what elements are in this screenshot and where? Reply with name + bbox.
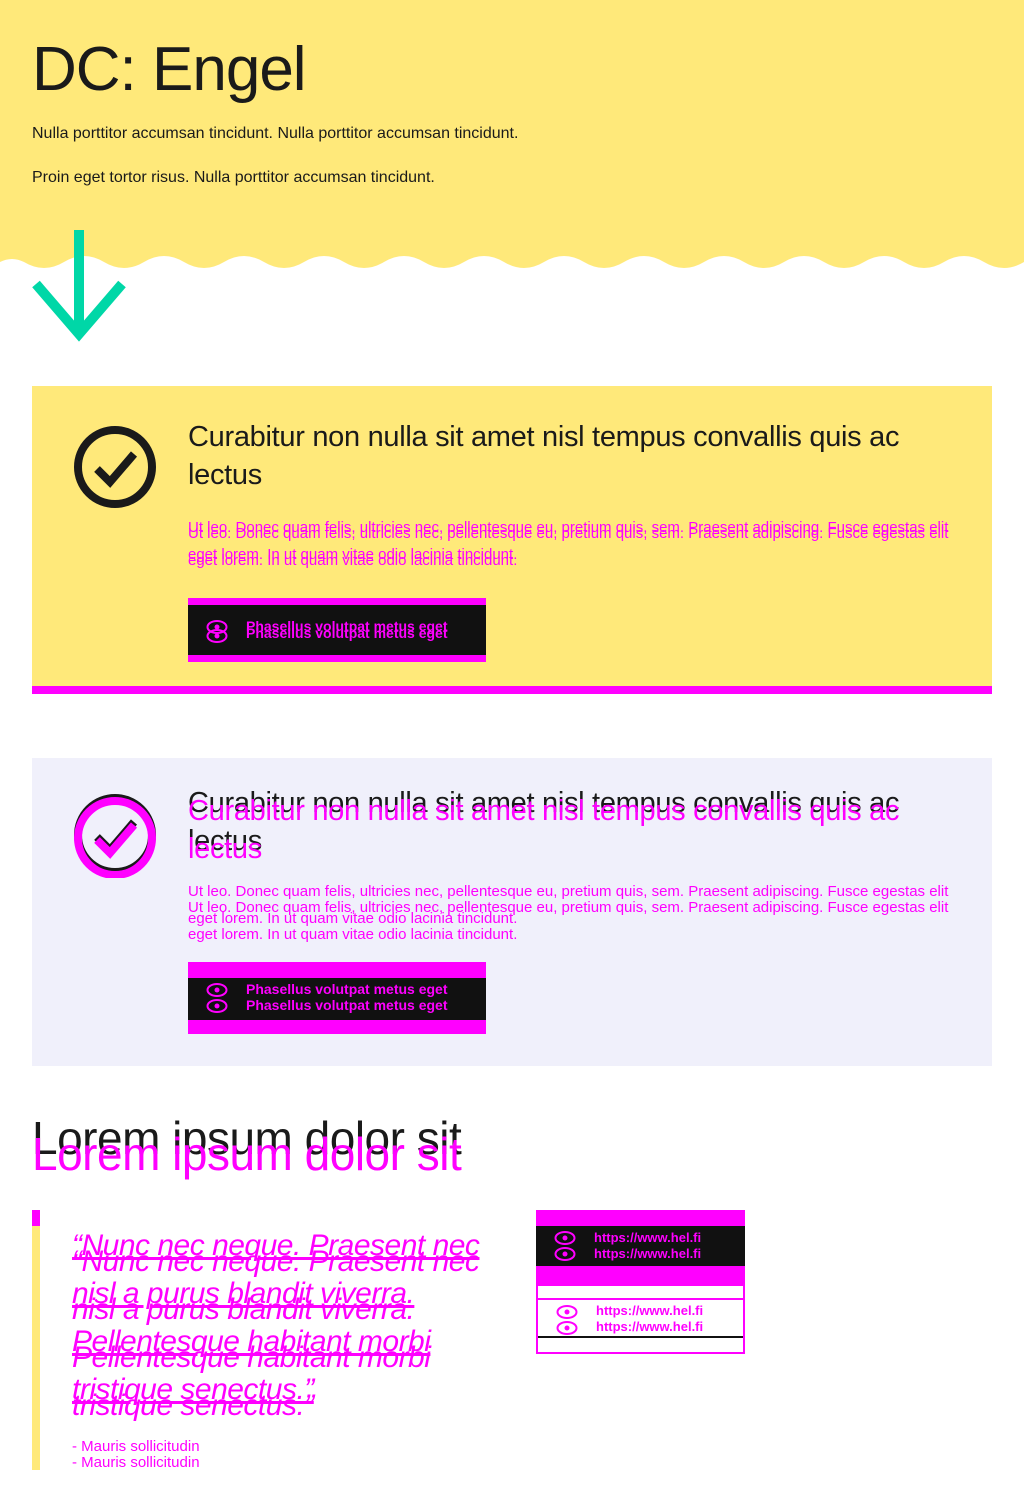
link-separator — [536, 1266, 745, 1284]
notification-text-content: Ut leo. Donec quam felis, ultricies nec,… — [188, 883, 949, 927]
notification-card-1: Curabitur non nulla sit amet nisl tempus… — [32, 386, 992, 686]
eye-icon — [206, 629, 228, 643]
eye-icon — [556, 1321, 578, 1335]
quote-author-echo: - Mauris sollicitudin — [72, 1454, 200, 1471]
eye-icon — [206, 983, 228, 997]
quote-author-text: - Mauris sollicitudin — [72, 1438, 200, 1455]
notification-text-content: Ut leo. Donec quam felis, ultricies nec,… — [188, 519, 949, 563]
notification-title: Curabitur non nulla sit amet nisl tempus… — [188, 784, 968, 865]
link-divider — [538, 1336, 743, 1338]
hero: DC: Engel Nulla porttitor accumsan tinci… — [0, 0, 1024, 275]
notification-title: Curabitur non nulla sit amet nisl tempus… — [188, 421, 900, 491]
link-divider — [538, 1298, 743, 1300]
link-label-echo: https://www.hel.fi — [596, 1319, 704, 1334]
quote-bar-accent — [32, 1210, 40, 1226]
quote-text: “Nunc nec neque. Praesent nec nisl a pur… — [72, 1229, 480, 1406]
eye-icon — [554, 1231, 576, 1245]
eye-icon — [556, 1305, 578, 1319]
eye-icon — [554, 1247, 576, 1261]
notification-text: Ut leo. Donec quam felis, ultricies nec,… — [188, 514, 968, 569]
link-light[interactable]: https://www.hel.fi https://www.hel.fi — [536, 1284, 745, 1354]
section-title-content: Lorem ipsum dolor sit — [32, 1112, 462, 1164]
link-label: https://www.hel.fi — [594, 1230, 702, 1245]
quote-author: - Mauris sollicitudin - Mauris sollicitu… — [72, 1438, 200, 1471]
button-label-echo: Phasellus volutpat metus eget — [246, 997, 448, 1013]
check-circle-icon — [74, 426, 156, 508]
link-dark[interactable]: https://www.hel.fi https://www.hel.fi — [536, 1210, 745, 1266]
notification-accent-bar — [32, 686, 992, 694]
quote-bar — [32, 1210, 40, 1470]
check-circle-icon — [74, 794, 156, 878]
hero-paragraph-1: Nulla porttitor accumsan tincidunt. Null… — [32, 125, 519, 142]
phasellus-button[interactable]: Phasellus volutpat metus eget Phasellus … — [188, 598, 486, 662]
hero-paragraph-2: Proin eget tortor risus. Nulla porttitor… — [32, 169, 435, 186]
button-label: Phasellus volutpat metus eget — [246, 981, 448, 997]
notification-text: Ut leo. Donec quam felis, ultricies nec,… — [188, 878, 968, 943]
section-title: Lorem ipsum dolor sit Lorem ipsum dolor … — [32, 1110, 462, 1180]
arrow-down-icon — [32, 230, 126, 342]
link-label: https://www.hel.fi — [596, 1303, 704, 1318]
notification-title-content: Curabitur non nulla sit amet nisl tempus… — [188, 787, 900, 857]
phasellus-button[interactable]: Phasellus volutpat metus eget Phasellus … — [188, 962, 486, 1034]
page-title: DC: Engel — [32, 35, 307, 104]
eye-icon — [206, 999, 228, 1013]
blockquote: “Nunc nec neque. Praesent nec nisl a pur… — [72, 1222, 512, 1422]
link-label-echo: https://www.hel.fi — [594, 1246, 702, 1261]
button-label-echo: Phasellus volutpat metus eget — [246, 625, 448, 641]
notification-card-2: Curabitur non nulla sit amet nisl tempus… — [32, 758, 992, 1066]
